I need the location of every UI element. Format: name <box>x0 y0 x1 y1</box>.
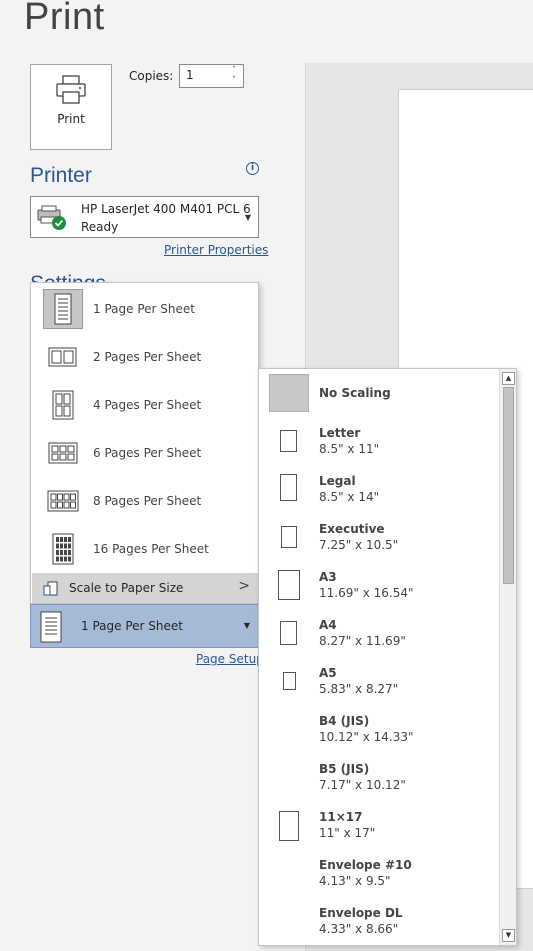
paper-size-dims: 7.17" x 10.12" <box>319 778 406 792</box>
paper-size-name: Letter <box>319 426 361 440</box>
paper-size-dims: 11" x 17" <box>319 826 376 840</box>
printer-name: HP LaserJet 400 M401 PCL 6 <box>81 202 251 216</box>
paper-size-name: B5 (JIS) <box>319 762 370 776</box>
info-icon[interactable]: i <box>246 162 259 175</box>
paper-icon <box>280 621 297 645</box>
printer-status: Ready <box>81 220 119 234</box>
spin-up-icon[interactable]: ˄ <box>229 65 239 75</box>
paper-size-name: No Scaling <box>319 386 391 400</box>
paper-size-menu: No Scaling Letter 8.5" x 11" Legal 8.5" … <box>258 368 517 946</box>
paper-size-scrollbar[interactable]: ▲ ▼ <box>499 369 516 945</box>
two-pages-icon <box>43 337 83 377</box>
scale-page-icon <box>43 581 58 596</box>
menu-item-envelope-dl[interactable]: Envelope DL 4.33" x 8.66" <box>259 897 499 945</box>
paper-size-name: A4 <box>319 618 337 632</box>
paper-size-name: Executive <box>319 522 385 536</box>
one-page-icon <box>43 289 83 329</box>
paper-icon <box>280 474 297 501</box>
menu-item-letter[interactable]: Letter 8.5" x 11" <box>259 417 499 465</box>
paper-size-name: Legal <box>319 474 356 488</box>
printer-ready-icon <box>37 205 66 230</box>
eight-pages-icon <box>43 481 83 521</box>
printer-icon <box>56 75 86 104</box>
menu-item-b5-jis[interactable]: B5 (JIS) 7.17" x 10.12" <box>259 753 499 801</box>
menu-item-11x17[interactable]: 11×17 11" x 17" <box>259 801 499 849</box>
paper-size-dims: 5.83" x 8.27" <box>319 682 399 696</box>
paper-size-name: Envelope #10 <box>319 858 412 872</box>
menu-item-1-page-per-sheet[interactable]: 1 Page Per Sheet <box>31 285 258 333</box>
paper-size-dims: 7.25" x 10.5" <box>319 538 399 552</box>
menu-item-16-pages-per-sheet[interactable]: 16 Pages Per Sheet <box>31 525 258 573</box>
menu-item-a5[interactable]: A5 5.83" x 8.27" <box>259 657 499 705</box>
copies-input[interactable]: 1 ˄ ˅ <box>179 64 244 88</box>
menu-item-2-pages-per-sheet[interactable]: 2 Pages Per Sheet <box>31 333 258 381</box>
scroll-up-icon[interactable]: ▲ <box>502 372 515 385</box>
page-title: Print <box>24 0 105 38</box>
spin-down-icon[interactable]: ˅ <box>229 75 239 85</box>
pages-per-sheet-dropdown[interactable]: 1 Page Per Sheet ▼ <box>30 604 259 648</box>
copies-value: 1 <box>186 68 194 82</box>
paper-size-name: A5 <box>319 666 337 680</box>
printer-select[interactable]: HP LaserJet 400 M401 PCL 6 Ready ▼ <box>30 196 259 238</box>
menu-item-a4[interactable]: A4 8.27" x 11.69" <box>259 609 499 657</box>
menu-item-no-scaling[interactable]: No Scaling <box>259 369 499 417</box>
paper-size-dims: 8.5" x 11" <box>319 442 380 456</box>
paper-icon <box>278 570 300 600</box>
pages-per-sheet-menu: 1 Page Per Sheet 2 Pages Per Sheet 4 Pag… <box>30 282 259 604</box>
menu-item-label: 4 Pages Per Sheet <box>93 398 202 412</box>
printer-section-title: Printer <box>30 164 92 187</box>
paper-size-dims: 8.5" x 14" <box>319 490 380 504</box>
paper-size-name: 11×17 <box>319 810 363 824</box>
paper-size-dims: 10.12" x 14.33" <box>319 730 414 744</box>
paper-icon <box>283 672 296 690</box>
chevron-down-icon: ▼ <box>244 213 251 222</box>
pages-per-sheet-value: 1 Page Per Sheet <box>81 619 183 633</box>
menu-item-legal[interactable]: Legal 8.5" x 14" <box>259 465 499 513</box>
menu-item-envelope-10[interactable]: Envelope #10 4.13" x 9.5" <box>259 849 499 897</box>
paper-size-name: A3 <box>319 570 337 584</box>
menu-item-label: 6 Pages Per Sheet <box>93 446 202 460</box>
chevron-right-icon: > <box>238 578 250 594</box>
paper-icon <box>280 430 297 452</box>
no-scaling-icon <box>269 374 309 412</box>
paper-size-dims: 11.69" x 16.54" <box>319 586 414 600</box>
scrollbar-thumb[interactable] <box>503 387 514 584</box>
menu-item-executive[interactable]: Executive 7.25" x 10.5" <box>259 513 499 561</box>
paper-size-name: B4 (JIS) <box>319 714 370 728</box>
print-button[interactable]: Print <box>30 64 112 150</box>
chevron-down-icon: ▼ <box>243 621 250 630</box>
paper-size-dims: 4.33" x 8.66" <box>319 922 399 936</box>
one-page-icon <box>40 611 62 643</box>
menu-item-8-pages-per-sheet[interactable]: 8 Pages Per Sheet <box>31 477 258 525</box>
paper-size-name: Envelope DL <box>319 906 403 920</box>
menu-item-label: 16 Pages Per Sheet <box>93 542 209 556</box>
scale-to-paper-size-label: Scale to Paper Size <box>69 581 184 595</box>
sixteen-pages-icon <box>43 529 83 569</box>
menu-item-label: 2 Pages Per Sheet <box>93 350 202 364</box>
copies-label: Copies: <box>129 69 174 83</box>
four-pages-icon <box>43 385 83 425</box>
paper-size-dims: 4.13" x 9.5" <box>319 874 391 888</box>
print-button-label: Print <box>57 112 85 126</box>
page-setup-link[interactable]: Page Setup <box>196 652 264 666</box>
menu-item-6-pages-per-sheet[interactable]: 6 Pages Per Sheet <box>31 429 258 477</box>
menu-item-label: 8 Pages Per Sheet <box>93 494 202 508</box>
copies-spinner[interactable]: ˄ ˅ <box>229 65 239 87</box>
scale-to-paper-size-item[interactable]: Scale to Paper Size > <box>32 573 258 603</box>
paper-icon <box>279 811 299 841</box>
paper-size-dims: 8.27" x 11.69" <box>319 634 406 648</box>
six-pages-icon <box>43 433 83 473</box>
paper-icon <box>281 526 297 548</box>
menu-item-a3[interactable]: A3 11.69" x 16.54" <box>259 561 499 609</box>
menu-item-label: 1 Page Per Sheet <box>93 302 195 316</box>
menu-item-4-pages-per-sheet[interactable]: 4 Pages Per Sheet <box>31 381 258 429</box>
menu-item-b4-jis[interactable]: B4 (JIS) 10.12" x 14.33" <box>259 705 499 753</box>
printer-properties-link[interactable]: Printer Properties <box>164 243 268 257</box>
scroll-down-icon[interactable]: ▼ <box>502 929 515 942</box>
